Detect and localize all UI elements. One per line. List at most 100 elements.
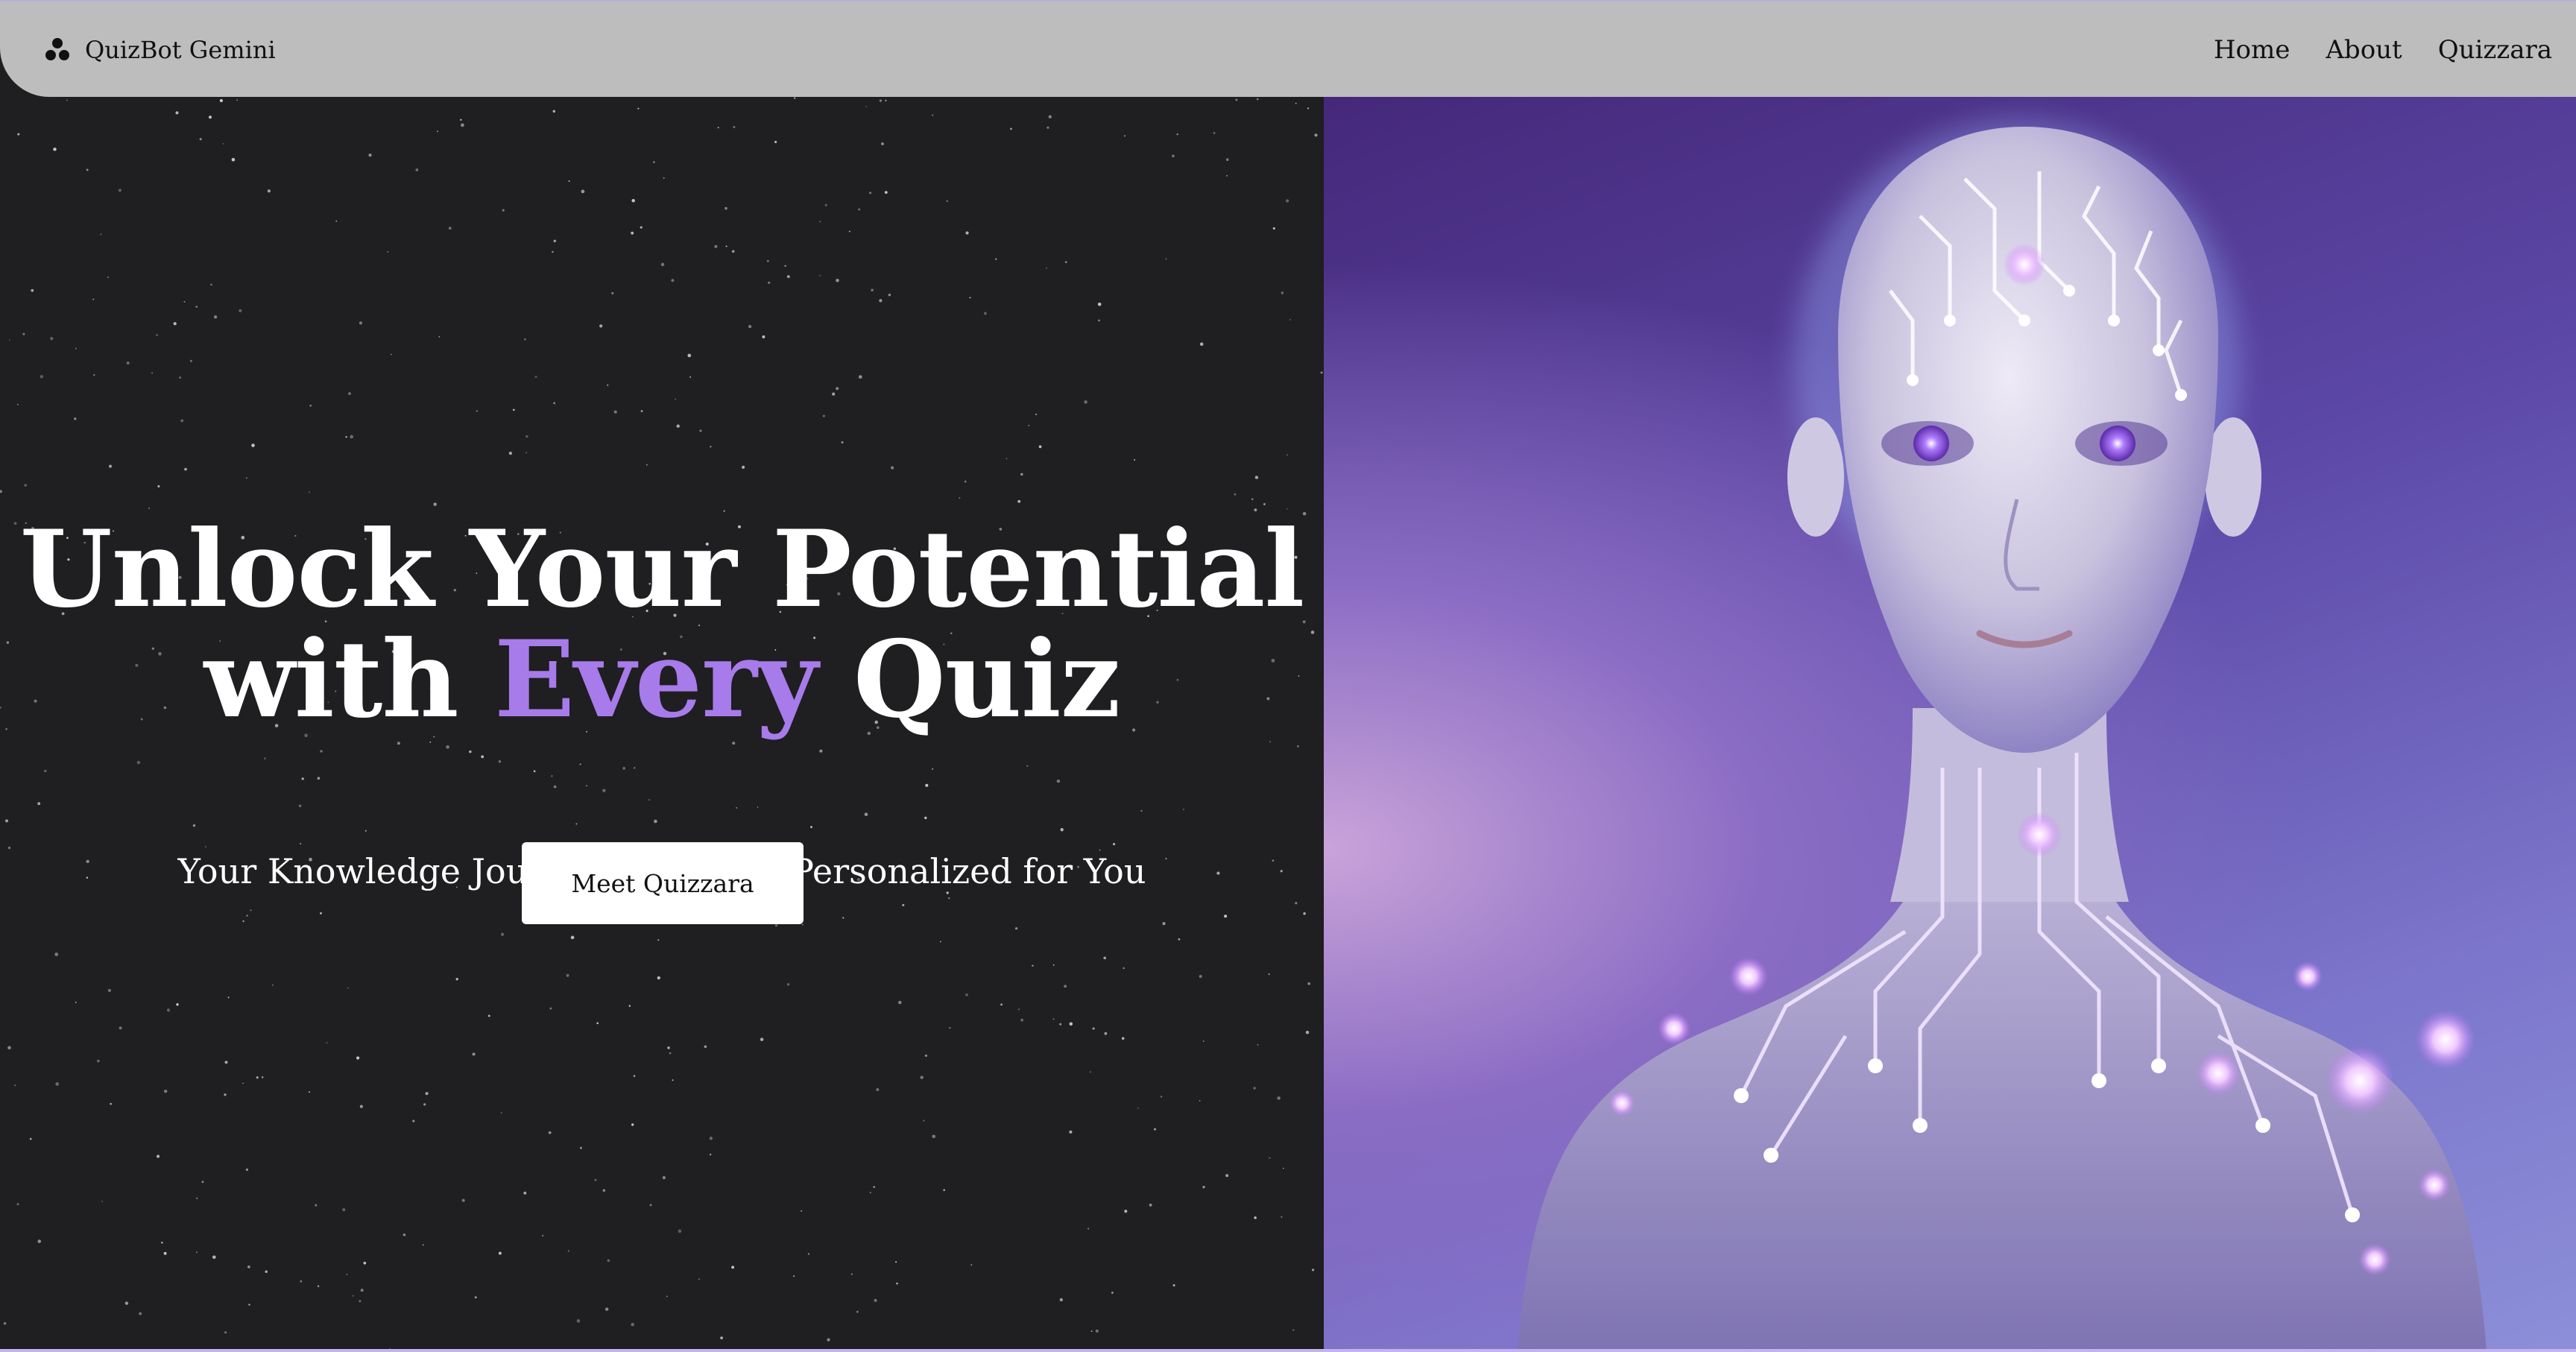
star <box>801 1210 803 1212</box>
star <box>205 846 206 848</box>
star <box>1059 1298 1064 1302</box>
star <box>637 107 640 110</box>
star <box>731 1266 735 1269</box>
star <box>943 1189 946 1192</box>
star <box>613 410 617 414</box>
star <box>118 189 122 192</box>
star <box>1269 741 1271 743</box>
star <box>1060 828 1064 832</box>
star <box>879 99 882 102</box>
star <box>819 749 823 753</box>
star <box>709 1153 712 1156</box>
star <box>183 300 186 303</box>
star <box>1069 1130 1073 1134</box>
star <box>264 757 266 759</box>
star <box>1056 779 1061 783</box>
star <box>672 1079 674 1081</box>
nav-link-quizzara[interactable]: Quizzara <box>2438 35 2552 65</box>
star <box>858 375 862 379</box>
star <box>633 1075 636 1078</box>
star <box>1035 414 1038 415</box>
star <box>1202 1186 1205 1189</box>
star <box>649 1204 652 1207</box>
star <box>37 802 41 806</box>
star <box>1320 371 1323 374</box>
star <box>345 436 347 438</box>
star <box>157 485 160 487</box>
star <box>139 1312 142 1315</box>
star <box>224 1061 228 1064</box>
star <box>195 306 198 308</box>
star <box>925 783 929 787</box>
star <box>704 1045 707 1049</box>
star <box>500 1112 502 1113</box>
star <box>604 1307 609 1311</box>
star <box>1052 1018 1055 1020</box>
star <box>1311 1269 1315 1272</box>
star <box>402 1233 406 1236</box>
star <box>902 903 905 906</box>
star <box>199 138 202 141</box>
star <box>1032 964 1034 967</box>
star <box>251 443 255 447</box>
star <box>662 1175 666 1180</box>
star <box>1124 135 1126 137</box>
star <box>959 497 961 499</box>
brand[interactable]: QuizBot Gemini <box>43 30 276 70</box>
star <box>525 452 527 454</box>
star <box>308 1091 311 1093</box>
nav-link-home[interactable]: Home <box>2214 35 2290 65</box>
star <box>350 435 354 439</box>
star <box>669 1052 672 1055</box>
star <box>1307 982 1311 985</box>
star <box>946 200 948 202</box>
star <box>923 1119 925 1122</box>
star <box>250 909 252 912</box>
star <box>108 464 113 468</box>
star <box>841 440 844 444</box>
star <box>136 760 141 765</box>
star <box>1059 1023 1062 1026</box>
star <box>898 1000 902 1005</box>
star <box>53 148 57 151</box>
star <box>348 392 351 396</box>
star <box>622 767 626 770</box>
star <box>1069 1022 1073 1026</box>
star <box>422 1244 424 1246</box>
star <box>671 279 675 282</box>
star <box>1134 459 1136 461</box>
star <box>607 384 609 386</box>
star <box>300 1280 303 1283</box>
star <box>246 915 248 917</box>
star <box>786 983 790 986</box>
star <box>553 239 557 243</box>
nav-link-about[interactable]: About <box>2326 35 2402 65</box>
star <box>498 760 502 763</box>
star <box>161 1242 163 1244</box>
star <box>657 939 660 941</box>
star <box>946 891 949 894</box>
star <box>1314 133 1318 137</box>
star <box>1199 1099 1201 1102</box>
star <box>525 435 528 438</box>
star <box>1263 503 1266 505</box>
star <box>239 309 242 312</box>
star <box>1281 1216 1283 1218</box>
meet-quizzara-button[interactable]: Meet Quizzara <box>522 842 804 924</box>
star <box>309 404 312 407</box>
star <box>553 402 556 405</box>
star <box>766 259 769 262</box>
star <box>213 315 218 319</box>
star <box>1160 1096 1163 1098</box>
star <box>896 1282 898 1285</box>
star <box>300 842 302 845</box>
star <box>1183 809 1184 811</box>
star <box>1172 154 1175 158</box>
star <box>86 168 89 171</box>
star <box>1285 199 1289 203</box>
star <box>869 192 872 195</box>
star <box>242 1082 244 1084</box>
star <box>602 1189 606 1192</box>
star <box>885 99 887 102</box>
star <box>359 1300 362 1303</box>
